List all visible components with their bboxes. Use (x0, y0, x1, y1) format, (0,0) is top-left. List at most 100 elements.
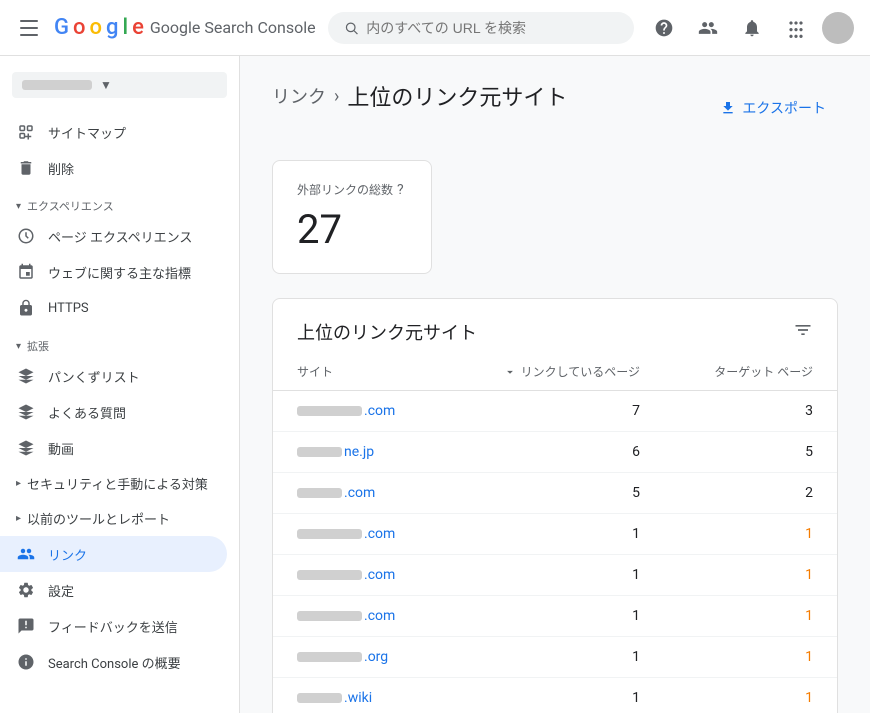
links-icon (16, 544, 36, 564)
stats-value: 27 (297, 206, 407, 253)
export-button[interactable]: エクスポート (708, 92, 838, 124)
sidebar-item-label: リンク (48, 545, 87, 564)
people-icon[interactable] (690, 10, 726, 46)
breadcrumb-current: 上位のリンク元サイト (347, 80, 567, 112)
app-title: Google Search Console (150, 18, 316, 37)
sidebar-item-label: サイトマップ (48, 123, 126, 142)
sitemap-icon (16, 122, 36, 142)
cell-target: 1 (664, 678, 837, 713)
top-bar: Google Google Search Console (0, 0, 870, 56)
sidebar-item-faq[interactable]: よくある質問 (0, 394, 227, 430)
settings-icon (16, 580, 36, 600)
section-experience: ▾ エクスペリエンス (0, 186, 239, 218)
sidebar-item-links[interactable]: リンク (0, 536, 227, 572)
sidebar-item-sitemap[interactable]: サイトマップ (0, 114, 227, 150)
filter-icon[interactable] (793, 320, 813, 345)
sidebar-item-https[interactable]: HTTPS (0, 290, 227, 326)
search-input[interactable] (366, 20, 618, 36)
sidebar-item-label: フィードバックを送信 (48, 617, 178, 636)
sidebar-item-feedback[interactable]: フィードバックを送信 (0, 608, 227, 644)
grid-icon[interactable] (778, 10, 814, 46)
section-legacy-tools[interactable]: ▸ 以前のツールとレポート (0, 501, 239, 536)
cell-target: 1 (664, 514, 837, 555)
main-layout: ▼ サイトマップ 削除 ▾ エクスペリエンス ページ エクスペリエンス (0, 56, 870, 713)
logo: Google Google Search Console (54, 15, 316, 40)
sidebar: ▼ サイトマップ 削除 ▾ エクスペリエンス ページ エクスペリエンス (0, 56, 240, 713)
cell-site[interactable]: .org (273, 637, 445, 678)
cell-target: 1 (664, 637, 837, 678)
table-row: .com52 (273, 473, 837, 514)
search-icon (344, 20, 359, 36)
sidebar-item-web-vitals[interactable]: ウェブに関する主な指標 (0, 254, 227, 290)
help-icon[interactable] (646, 10, 682, 46)
sidebar-item-label: パンくずリスト (48, 367, 140, 386)
sidebar-item-overview[interactable]: Search Console の概要 (0, 644, 227, 680)
property-name (22, 80, 92, 90)
col-target: ターゲット ページ (664, 353, 837, 391)
search-bar[interactable] (328, 12, 634, 44)
export-label: エクスポート (742, 98, 826, 118)
delete-icon (16, 158, 36, 178)
sidebar-item-remove[interactable]: 削除 (0, 150, 227, 186)
notifications-icon[interactable] (734, 10, 770, 46)
breadcrumb-actions: エクスポート (708, 92, 838, 124)
video-icon (16, 438, 36, 458)
table-row: .wiki11 (273, 678, 837, 713)
avatar[interactable] (822, 12, 854, 44)
property-selector[interactable]: ▼ (12, 72, 227, 98)
breadcrumb-parent[interactable]: リンク (272, 83, 326, 109)
export-icon (720, 100, 736, 116)
sidebar-item-label: 削除 (48, 159, 74, 178)
col-linking[interactable]: リンクしているページ (445, 353, 664, 391)
table-row: .com11 (273, 596, 837, 637)
data-table: サイト リンクしているページ ターゲット ページ .com73ne.jp65.c… (273, 353, 837, 713)
breadcrumb-separator: › (334, 86, 339, 107)
sidebar-item-label: 設定 (48, 581, 74, 600)
sidebar-item-label: よくある質問 (48, 403, 126, 422)
cell-linking: 6 (445, 432, 664, 473)
cell-target: 1 (664, 596, 837, 637)
cell-linking: 1 (445, 596, 664, 637)
stats-help-icon[interactable]: ? (397, 182, 404, 198)
cell-site[interactable]: .com (273, 514, 445, 555)
cell-linking: 5 (445, 473, 664, 514)
table-row: .com11 (273, 514, 837, 555)
cell-site[interactable]: .com (273, 596, 445, 637)
cell-linking: 7 (445, 391, 664, 432)
cell-site[interactable]: .com (273, 391, 445, 432)
cell-linking: 1 (445, 555, 664, 596)
cell-site[interactable]: .wiki (273, 678, 445, 713)
menu-icon[interactable] (16, 16, 42, 40)
cell-site[interactable]: ne.jp (273, 432, 445, 473)
info-icon (16, 652, 36, 672)
content: リンク › 上位のリンク元サイト エクスポート 外部リンクの総数 ? 27 上位… (240, 56, 870, 713)
page-experience-icon (16, 226, 36, 246)
breadcrumb: リンク › 上位のリンク元サイト (272, 80, 567, 112)
lock-icon (16, 298, 36, 318)
sidebar-item-label: HTTPS (48, 301, 89, 316)
stats-card: 外部リンクの総数 ? 27 (272, 160, 432, 274)
table-row: .com73 (273, 391, 837, 432)
sidebar-item-page-experience[interactable]: ページ エクスペリエンス (0, 218, 227, 254)
cell-target: 1 (664, 555, 837, 596)
table-card: 上位のリンク元サイト サイト リンクしているページ (272, 298, 838, 713)
sidebar-item-videos[interactable]: 動画 (0, 430, 227, 466)
faq-icon (16, 402, 36, 422)
cell-site[interactable]: .com (273, 555, 445, 596)
cell-target: 5 (664, 432, 837, 473)
cell-linking: 1 (445, 637, 664, 678)
feedback-icon (16, 616, 36, 636)
cell-site[interactable]: .com (273, 473, 445, 514)
cell-target: 2 (664, 473, 837, 514)
sidebar-item-label: ページ エクスペリエンス (48, 227, 192, 246)
sidebar-item-label: Search Console の概要 (48, 653, 181, 672)
sidebar-item-breadcrumbs[interactable]: パンくずリスト (0, 358, 227, 394)
table-row: .com11 (273, 555, 837, 596)
breadcrumb-row: リンク › 上位のリンク元サイト エクスポート (272, 80, 838, 136)
cell-target: 3 (664, 391, 837, 432)
stats-label: 外部リンクの総数 ? (297, 181, 407, 198)
cell-linking: 1 (445, 514, 664, 555)
sidebar-item-settings[interactable]: 設定 (0, 572, 227, 608)
breadcrumbs-icon (16, 366, 36, 386)
section-security[interactable]: ▸ セキュリティと手動による対策 (0, 466, 239, 501)
